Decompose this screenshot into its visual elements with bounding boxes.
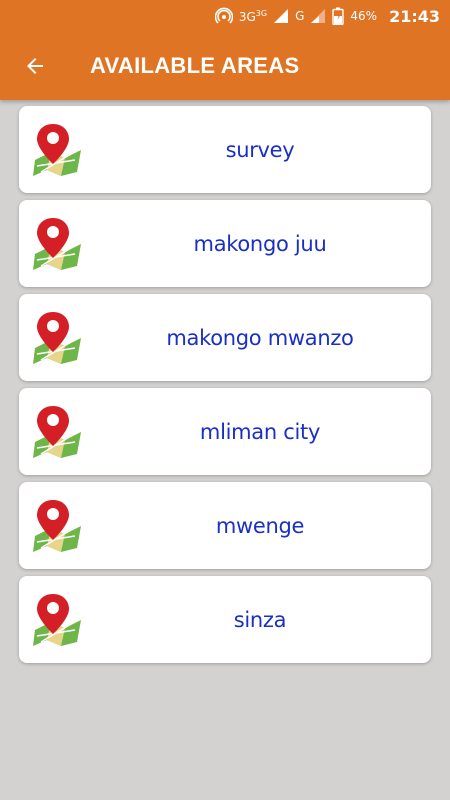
map-pin-icon bbox=[33, 594, 81, 646]
area-item-makongo-mwanzo[interactable]: makongo mwanzo bbox=[19, 294, 431, 381]
signal-weak-icon bbox=[311, 9, 326, 23]
area-label: makongo mwanzo bbox=[166, 325, 354, 350]
area-label: sinza bbox=[233, 607, 287, 632]
map-pin-icon bbox=[33, 312, 81, 364]
network-3g-label: 3G3G bbox=[238, 8, 268, 24]
battery-icon bbox=[332, 7, 345, 25]
back-button[interactable] bbox=[0, 32, 70, 100]
app-bar: 3G3G G 46% 21:43 AVAILABLE AREAS bbox=[0, 0, 450, 100]
arrow-left-icon bbox=[27, 58, 43, 74]
network-g-label: G bbox=[295, 9, 305, 23]
toolbar: AVAILABLE AREAS bbox=[0, 32, 450, 100]
map-pin-icon bbox=[33, 124, 81, 176]
status-bar: 3G3G G 46% 21:43 bbox=[0, 0, 450, 32]
area-label: mwenge bbox=[215, 513, 305, 538]
area-item-mliman-city[interactable]: mliman city bbox=[19, 388, 431, 475]
page-title: AVAILABLE AREAS bbox=[90, 53, 300, 78]
area-label: makongo juu bbox=[193, 231, 327, 256]
battery-percent: 46% bbox=[350, 9, 378, 23]
area-item-survey[interactable]: survey bbox=[19, 106, 431, 193]
area-item-makongo-juu[interactable]: makongo juu bbox=[19, 200, 431, 287]
area-label: mliman city bbox=[199, 419, 321, 444]
map-pin-icon bbox=[33, 218, 81, 270]
map-pin-icon bbox=[33, 406, 81, 458]
areas-list: survey makongo juu makongo mwanzo mliman… bbox=[19, 106, 431, 670]
clock-time: 21:43 bbox=[389, 6, 440, 26]
signal-icon bbox=[274, 9, 289, 23]
area-item-mwenge[interactable]: mwenge bbox=[19, 482, 431, 569]
map-pin-icon bbox=[33, 500, 81, 552]
area-label: survey bbox=[225, 137, 295, 162]
area-item-sinza[interactable]: sinza bbox=[19, 576, 431, 663]
hotspot-icon bbox=[214, 7, 233, 24]
